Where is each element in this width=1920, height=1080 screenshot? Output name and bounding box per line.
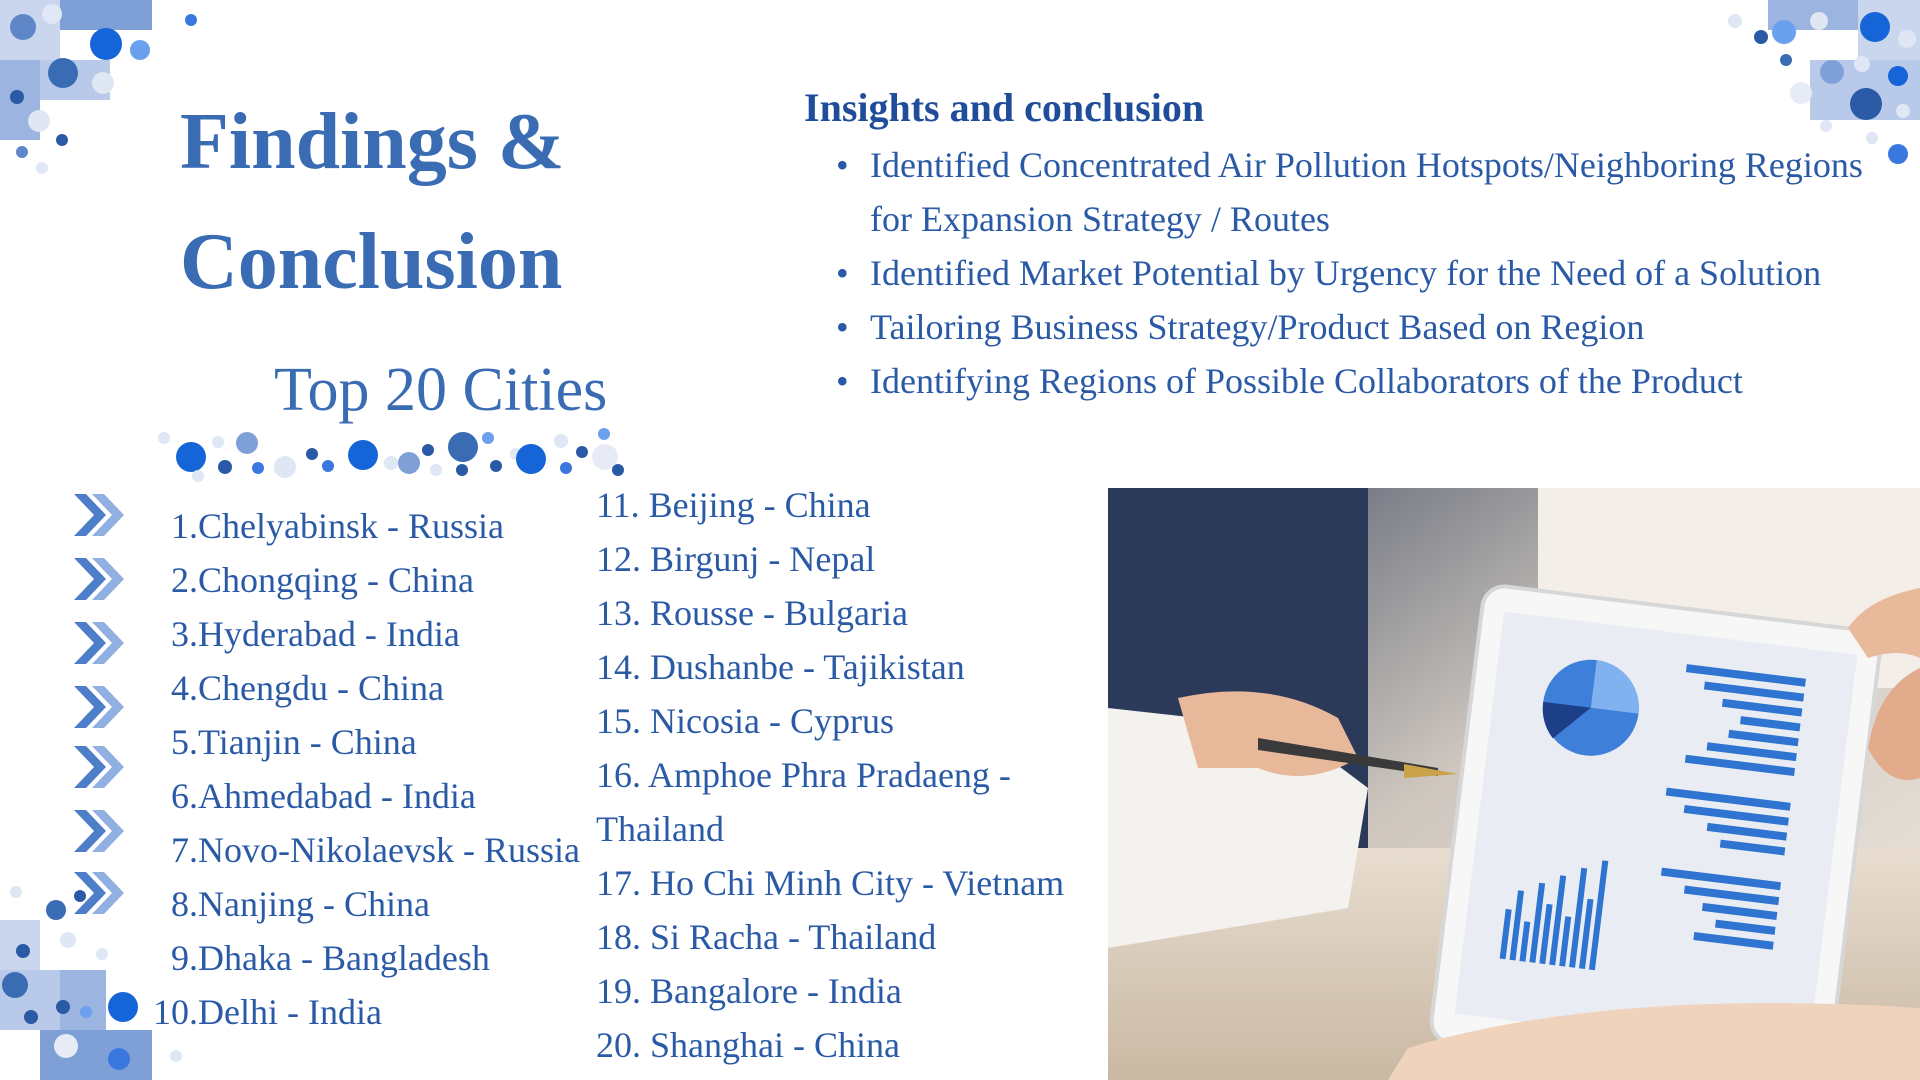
list-item: 16. Amphoe Phra Pradaeng - Thailand [596, 755, 1011, 849]
city-rank: 6. [171, 776, 198, 816]
slide-title-line-1: Findings & [180, 98, 565, 186]
list-item: 8.Nanjing - China [148, 877, 580, 931]
double-chevron-right-icon [74, 746, 124, 788]
list-item: 9.Dhaka - Bangladesh [148, 931, 580, 985]
city-name: Novo-Nikolaevsk - Russia [198, 830, 580, 870]
city-name: Delhi - India [198, 992, 382, 1032]
cities-list-right: 11. Beijing - China 12. Birgunj - Nepal … [596, 478, 1116, 1072]
list-item: 15. Nicosia - Cyprus [596, 701, 894, 741]
slide-title: Findings & Conclusion [180, 82, 565, 322]
top-left-dot-decoration [0, 0, 200, 180]
city-name: Tianjin - China [198, 722, 417, 762]
city-name: Nanjing - China [198, 884, 430, 924]
list-item: 12. Birgunj - Nepal [596, 539, 876, 579]
insight-bullet: Identifying Regions of Possible Collabor… [836, 354, 1910, 408]
double-chevron-right-icon [74, 494, 124, 536]
city-name: Dhaka - Bangladesh [198, 938, 490, 978]
insight-bullet: Identified Market Potential by Urgency f… [836, 246, 1910, 300]
top-cities-subtitle: Top 20 Cities [274, 356, 608, 424]
city-rank: 7. [171, 830, 198, 870]
city-rank: 5. [171, 722, 198, 762]
city-name: Chongqing - China [198, 560, 474, 600]
list-item: 1.Chelyabinsk - Russia [148, 499, 580, 553]
city-rank: 3. [171, 614, 198, 654]
city-rank: 8. [171, 884, 198, 924]
list-item: 6.Ahmedabad - India [148, 769, 580, 823]
city-rank: 10. [153, 992, 198, 1032]
list-item: 11. Beijing - China [596, 485, 871, 525]
city-rank: 4. [171, 668, 198, 708]
insights-heading: Insights and conclusion [804, 85, 1205, 130]
insight-bullet: Identified Concentrated Air Pollution Ho… [836, 138, 1910, 246]
city-name: Chengdu - China [198, 668, 444, 708]
list-item: 4.Chengdu - China [148, 661, 580, 715]
list-item: 19. Bangalore - India [596, 971, 902, 1011]
city-name: Ahmedabad - India [198, 776, 476, 816]
list-item: 20. Shanghai - China [596, 1025, 900, 1065]
double-chevron-right-icon [74, 686, 124, 728]
subtitle-dot-decoration [156, 420, 696, 482]
insights-bullet-list: Identified Concentrated Air Pollution Ho… [836, 138, 1910, 408]
insight-bullet: Tailoring Business Strategy/Product Base… [836, 300, 1910, 354]
list-item: 7.Novo-Nikolaevsk - Russia [148, 823, 580, 877]
list-item: 3.Hyderabad - India [148, 607, 580, 661]
double-chevron-right-icon [74, 622, 124, 664]
city-rank: 1. [171, 506, 198, 546]
list-item: 17. Ho Chi Minh City - Vietnam [596, 863, 1065, 903]
city-name: Hyderabad - India [198, 614, 460, 654]
list-item: 18. Si Racha - Thailand [596, 917, 937, 957]
list-item: 10.Delhi - India [148, 985, 580, 1039]
double-chevron-right-icon [74, 872, 124, 914]
city-rank: 9. [171, 938, 198, 978]
double-chevron-right-icon [74, 810, 124, 852]
city-rank: 2. [171, 560, 198, 600]
cities-list-left: 1.Chelyabinsk - Russia 2.Chongqing - Chi… [148, 499, 580, 1039]
list-item: 13. Rousse - Bulgaria [596, 593, 908, 633]
double-chevron-right-icon [74, 558, 124, 600]
slide-title-line-2: Conclusion [180, 218, 563, 306]
list-item: 5.Tianjin - China [148, 715, 580, 769]
tablet-analytics-photo [1108, 488, 1920, 1080]
city-name: Chelyabinsk - Russia [198, 506, 504, 546]
list-item: 14. Dushanbe - Tajikistan [596, 647, 965, 687]
list-item: 2.Chongqing - China [148, 553, 580, 607]
